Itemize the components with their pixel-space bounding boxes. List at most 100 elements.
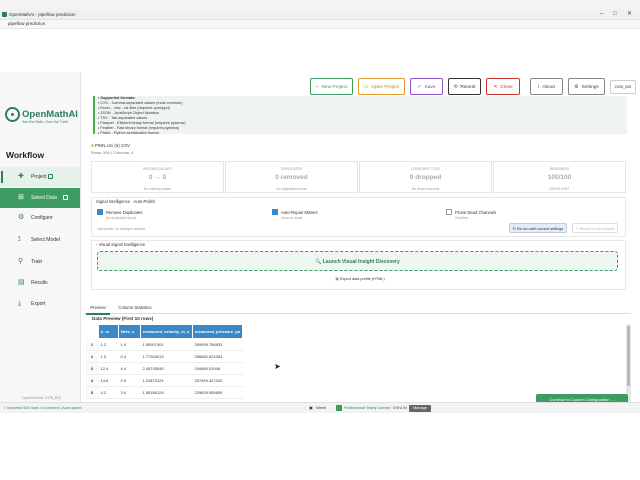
close-label: Close: [500, 85, 513, 90]
remove-duplicates-label: Remove Duplicates: [106, 210, 143, 215]
preview-tabs: [84, 303, 631, 314]
settings-label: Settings: [581, 85, 599, 90]
close-project-button[interactable]: ✕ Close: [486, 78, 520, 95]
column-header[interactable]: k_m: [98, 324, 119, 339]
prune-channels-checkbox[interactable]: [446, 209, 452, 215]
close-icon: ✕: [493, 85, 498, 90]
card-value: 0 → 0: [148, 174, 167, 181]
sidebar-item-label: Select Data: [31, 195, 57, 201]
settings-button[interactable]: ⚙ Settings: [568, 78, 605, 95]
rerun-button[interactable]: ↻ Re-run with current settings: [509, 223, 567, 233]
table-cell: 256082.624354: [192, 350, 243, 363]
maximize-icon[interactable]: □: [613, 10, 617, 19]
close-window-icon[interactable]: ✕: [627, 10, 632, 19]
table-row: 1 1.2 1.0 1.55907401 269099.756833: [85, 338, 243, 351]
table-cell: 257459.427202: [192, 374, 243, 387]
check-icon: [48, 174, 53, 179]
card-value: 0 removed: [275, 174, 308, 181]
remove-duplicates-checkbox[interactable]: [97, 209, 103, 215]
about-label: About: [542, 85, 555, 90]
card-title: MISSING VALUES: [143, 167, 172, 171]
history-icon: ⟲: [453, 85, 458, 90]
preview-scrollbar[interactable]: [626, 324, 631, 402]
sidebar-item-label: Configure: [31, 215, 53, 221]
table-cell: 3.0: [118, 386, 141, 399]
save-icon: ✓: [417, 85, 422, 90]
row-number: 4: [85, 374, 99, 387]
table-cell: 2.9: [118, 374, 141, 387]
loaded-file-name: ■ PINN.csv (6) CSV: [91, 143, 130, 148]
logo-icon: [5, 107, 20, 122]
table-cell: 12.4: [98, 362, 119, 375]
export-profile-link[interactable]: ▣ Export data profile (HTML): [300, 276, 420, 281]
card-title: READINESS: [549, 167, 570, 171]
row-column-count: Rows: 500 | Columns: 4: [91, 150, 134, 155]
table-row: 3 12.4 4.4 2.45745549 249469.01946: [85, 362, 243, 375]
duplicates-card: DUPLICATES 0 removed No duplicates found: [225, 161, 358, 193]
launch-visual-insight-button[interactable]: 🔍 Launch Visual Insight Discovery: [97, 251, 618, 271]
workflow-title: Workflow: [6, 150, 45, 160]
auto-repair-checkbox[interactable]: [272, 209, 278, 215]
table-cell: 269099.756833: [192, 338, 243, 351]
sidebar-item-select-data[interactable]: ⊞ Select Data: [0, 188, 80, 208]
table-cell: 1.01873124: [140, 374, 193, 387]
format-line: • Pickle - Python serialization format: [98, 131, 159, 135]
table-cell: 1.55907401: [140, 338, 193, 351]
active-indicator: [1, 171, 3, 183]
minimize-icon[interactable]: –: [600, 10, 603, 19]
sidebar-item-select-model[interactable]: ⟟ Select Model: [0, 230, 80, 250]
sidebar-item-configure[interactable]: ⚙ Configure: [0, 208, 80, 228]
signal-intelligence-title: Signal Intelligence · Auto-Polish: [96, 199, 155, 204]
card-subtitle: No dead channels: [411, 187, 440, 191]
prune-channels-note: Disabled: [455, 216, 469, 220]
new-project-button[interactable]: + New Project: [310, 78, 353, 95]
constant-cols-card: CONSTANT COLS 0 dropped No dead channels: [359, 161, 492, 193]
new-project-label: New Project: [321, 85, 348, 90]
table-cell: 0.4: [118, 350, 141, 363]
recent-button[interactable]: ⟲ Recent: [448, 78, 481, 95]
last-polish-note: Last polish: no changes needed: [97, 227, 145, 231]
sidebar-item-train[interactable]: ⚲ Train: [0, 252, 80, 272]
open-project-button[interactable]: ▭ Open Project: [358, 78, 405, 95]
column-header[interactable]: measured_pressure_pa: [192, 324, 243, 339]
select-data-icon: ⊞: [18, 194, 24, 201]
sidebar-item-results[interactable]: ▤ Results: [0, 273, 80, 293]
license-active-icon: [336, 405, 342, 411]
revert-button[interactable]: ↶ Revert to raw dataset: [572, 223, 618, 233]
data-preview-table: k_m Nres_s measured_velocity_m_s measure…: [85, 324, 243, 399]
card-title: CONSTANT COLS: [411, 167, 440, 171]
sidebar-item-project[interactable]: ✚ Project: [0, 167, 80, 187]
configure-icon: ⚙: [18, 214, 25, 221]
column-header[interactable]: measured_velocity_m_s: [140, 324, 193, 339]
info-icon: i: [538, 85, 540, 90]
sidebar-item-label: Results: [31, 280, 48, 286]
readiness-card: READINESS 100/100 EXCELLENT: [493, 161, 626, 193]
about-button[interactable]: i About: [530, 78, 563, 95]
table-cell: 1.0: [118, 338, 141, 351]
table-cell: 1.77300013: [140, 350, 193, 363]
table-cell: 229635.955659: [192, 386, 243, 399]
path-bar: pipeflow prediction: [0, 20, 640, 29]
sidebar-item-export[interactable]: ⤓ Export: [0, 294, 80, 314]
table-cell: 1.55180124: [140, 386, 193, 399]
card-value: 100/100: [547, 174, 572, 181]
auto-repair-label: Auto-Repair Misses: [281, 210, 318, 215]
table-row: 4 14.6 2.9 1.01873124 257459.427202: [85, 374, 243, 387]
table-row: 2 1.0 0.4 1.77300013 256082.624354: [85, 350, 243, 363]
tab-column-statistics[interactable]: Column Statistics: [114, 303, 156, 313]
app-tagline: See the Math, Own the Truth: [22, 120, 68, 124]
app-name: OpenMathAI: [22, 109, 78, 120]
manage-license-button[interactable]: Manage: [409, 405, 431, 412]
card-subtitle: No duplicates found: [276, 187, 307, 191]
train-icon: ⚲: [18, 258, 24, 265]
tab-preview[interactable]: Preview: [86, 303, 110, 315]
license-holder: Weeb: [316, 406, 326, 410]
folder-icon: ▭: [363, 85, 369, 90]
license-icon: ▣: [309, 406, 313, 410]
table-cell: 14.6: [98, 374, 119, 387]
row-number: 2: [85, 350, 99, 363]
column-header[interactable]: Nres_s: [118, 324, 141, 339]
visual-signal-title: ▪ Visual Signal Intelligence: [96, 242, 145, 247]
save-button[interactable]: ✓ Save: [410, 78, 443, 95]
card-subtitle: No missing values: [143, 187, 172, 191]
